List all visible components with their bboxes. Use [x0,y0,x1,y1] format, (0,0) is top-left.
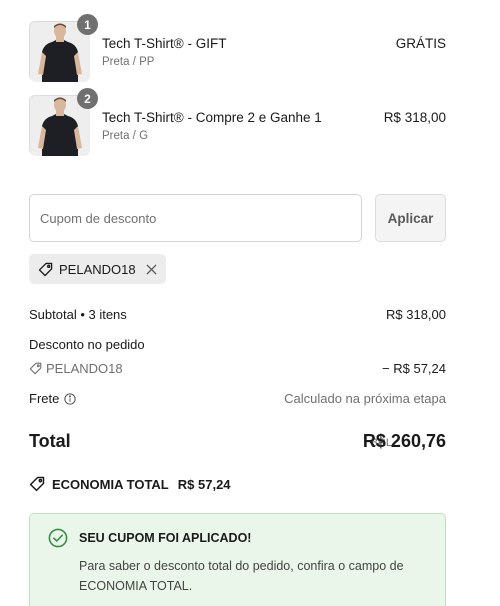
applied-coupon-chip: PELANDO18 [29,254,166,284]
shipping-label: Frete [29,391,60,406]
quantity-badge: 1 [77,14,98,35]
subtotal-label: Subtotal • 3 itens [29,307,127,322]
check-circle-icon [48,528,68,548]
line-item: 2 Tech T-Shirt® - Compre 2 e Ganhe 1 Pre… [29,88,446,156]
discount-label: Desconto no pedido [29,337,145,352]
product-image: 2 [29,88,98,156]
item-name: Tech T-Shirt® - GIFT [102,36,227,51]
remove-coupon-button[interactable] [146,263,157,275]
total-label: Total [29,431,71,451]
discount-label-row: Desconto no pedido [29,337,446,352]
notice-text: Para saber o desconto total do pedido, c… [79,559,404,593]
shipping-value: Calculado na próxima etapa [284,391,446,406]
discount-value: − R$ 57,24 [382,361,446,376]
subtotal-value: R$ 318,00 [386,307,446,322]
item-price: R$ 318,00 [383,110,446,125]
notice-title: SEU CUPOM FOI APLICADO! [79,531,252,545]
tag-icon [29,362,42,375]
apply-coupon-button[interactable]: Aplicar [375,194,446,242]
product-image: 1 [29,14,98,82]
coupon-applied-notice: SEU CUPOM FOI APLICADO! Para saber o des… [29,513,446,606]
total-savings: ECONOMIA TOTAL R$ 57,24 [29,476,231,492]
item-variant: Preta / PP [102,56,155,68]
savings-label: ECONOMIA TOTAL [52,476,169,492]
discount-row: PELANDO18 − R$ 57,24 [29,361,446,376]
coupon-code: PELANDO18 [59,261,136,277]
item-price: GRÁTIS [395,36,446,51]
savings-value: R$ 57,24 [177,476,231,492]
tag-icon [29,476,45,492]
discount-code-text: PELANDO18 [46,361,123,376]
shipping-row: Frete Calculado na próxima etapa [29,391,446,406]
subtotal-row: Subtotal • 3 itens R$ 318,00 [29,307,446,322]
quantity-badge: 2 [77,88,98,109]
total-value: R$ 260,76 [362,431,446,451]
tag-icon [38,262,53,277]
info-icon[interactable] [64,392,77,405]
line-item: 1 Tech T-Shirt® - GIFT Preta / PP GRÁTIS [29,14,446,82]
coupon-input[interactable] [29,194,362,242]
close-icon [146,263,157,275]
item-variant: Preta / G [102,130,149,142]
item-name: Tech T-Shirt® - Compre 2 e Ganhe 1 [102,110,322,125]
